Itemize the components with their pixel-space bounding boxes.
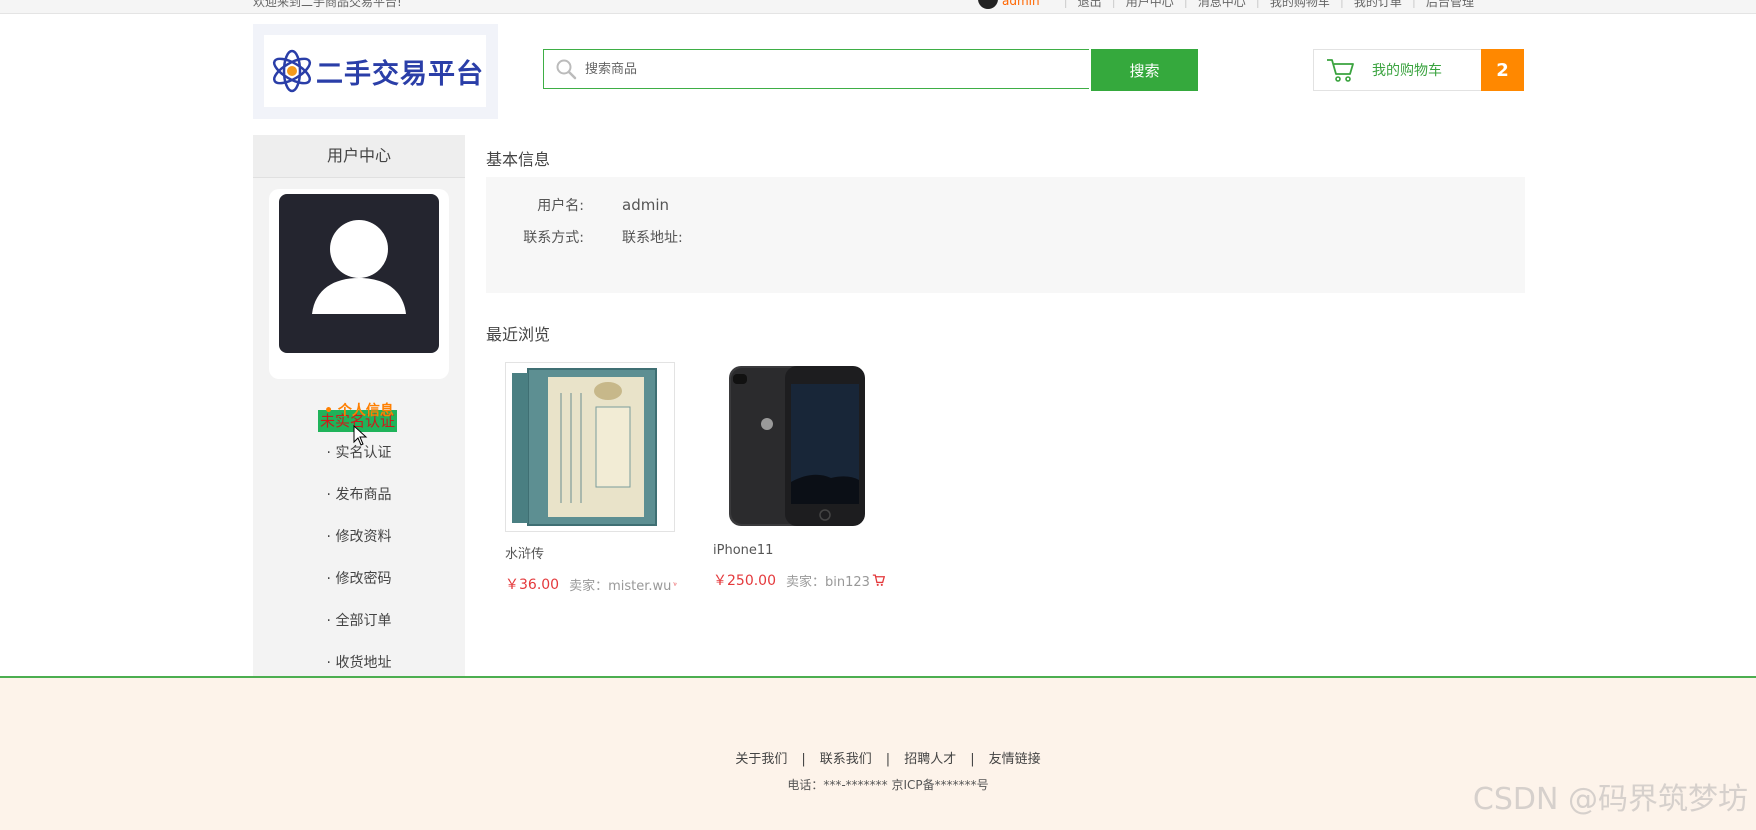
sidebar-item-publish-product[interactable]: · 发布商品 xyxy=(253,474,465,516)
product-meta: ￥250.00 卖家：bin123 xyxy=(713,570,885,590)
admin-link[interactable]: 后台管理 xyxy=(1426,0,1474,10)
product-card[interactable]: iPhone11 ￥250.00 卖家：bin123 xyxy=(713,362,885,590)
product-image[interactable] xyxy=(505,362,675,532)
user-icon xyxy=(978,0,998,9)
recent-title: 最近浏览 xyxy=(486,325,551,344)
product-card[interactable]: 水浒传 ￥36.00 卖家：mister.wu xyxy=(505,362,677,594)
footer-link-contact[interactable]: 联系我们 xyxy=(820,752,872,767)
search-bar xyxy=(543,49,1089,89)
username-label: 用户名: xyxy=(537,198,584,214)
search-button[interactable]: 搜索 xyxy=(1091,49,1198,91)
top-nav: admin | 退出 | 用户中心 | 消息中心 | 我的购物车 | 我的订单 … xyxy=(978,0,1474,9)
footer-links: 关于我们 | 联系我们 | 招聘人才 | 友情链接 xyxy=(735,752,1041,767)
product-price: ￥250.00 xyxy=(713,573,776,589)
mouse-cursor-icon xyxy=(353,425,368,446)
product-price: ￥36.00 xyxy=(505,577,560,593)
product-name[interactable]: iPhone11 xyxy=(713,543,885,558)
add-to-cart-icon[interactable] xyxy=(673,576,677,592)
sidebar-item-edit-profile[interactable]: · 修改资料 xyxy=(253,516,465,558)
product-name[interactable]: 水浒传 xyxy=(505,543,677,562)
site-logo[interactable]: 二手交易平台 xyxy=(253,24,498,119)
contact-label: 联系方式: xyxy=(523,230,584,246)
logout-link[interactable]: 退出 xyxy=(1078,0,1102,10)
product-meta: ￥36.00 卖家：mister.wu xyxy=(505,574,677,594)
basic-info-panel: 用户名: admin 联系方式: 联系地址: xyxy=(486,177,1525,293)
avatar[interactable] xyxy=(279,194,439,353)
product-seller: 卖家：mister.wu xyxy=(569,578,672,594)
search-icon xyxy=(556,59,577,80)
address-label: 联系地址: xyxy=(622,230,683,246)
user-center-sidebar: 用户中心 未实名认证 • 个人信息 · 实名认证 · 发布商品 · 修改资料 ·… xyxy=(253,135,465,677)
cart-button[interactable]: 我的购物车 xyxy=(1313,49,1482,91)
watermark: CSDN @码界筑梦坊 xyxy=(1472,782,1748,817)
footer-link-careers[interactable]: 招聘人才 xyxy=(904,752,956,767)
username-row: 用户名: admin xyxy=(486,195,669,215)
my-cart-link[interactable]: 我的购物车 xyxy=(1270,0,1330,10)
top-username-link[interactable]: admin xyxy=(1002,0,1040,8)
book-cover-image xyxy=(512,368,657,526)
atom-logo-icon xyxy=(272,49,312,93)
phone-image xyxy=(729,366,865,526)
cart-count-badge[interactable]: 2 xyxy=(1481,49,1524,91)
message-center-link[interactable]: 消息中心 xyxy=(1198,0,1246,10)
top-bar: 欢迎来到二手商品交易平台! admin | 退出 | 用户中心 | 消息中心 |… xyxy=(0,0,1756,14)
basic-info-title: 基本信息 xyxy=(486,150,551,169)
footer-link-about[interactable]: 关于我们 xyxy=(735,752,787,767)
product-seller: 卖家：bin123 xyxy=(786,574,870,590)
product-image[interactable] xyxy=(713,362,883,532)
shopping-cart-icon xyxy=(1327,59,1354,82)
username-value: admin xyxy=(622,196,669,214)
welcome-text: 欢迎来到二手商品交易平台! xyxy=(253,0,402,9)
add-to-cart-icon[interactable] xyxy=(872,572,885,588)
search-input[interactable] xyxy=(583,60,1067,78)
avatar-card: 未实名认证 xyxy=(269,189,449,432)
my-orders-link[interactable]: 我的订单 xyxy=(1354,0,1402,10)
user-center-link[interactable]: 用户中心 xyxy=(1126,0,1174,10)
logo-text: 二手交易平台 xyxy=(316,58,484,90)
sidebar-item-change-password[interactable]: · 修改密码 xyxy=(253,558,465,600)
sidebar-title: 用户中心 xyxy=(253,135,465,178)
footer: 关于我们 | 联系我们 | 招聘人才 | 友情链接 电话：***-******* 京ICP备… xyxy=(0,676,1756,830)
sidebar-item-all-orders[interactable]: · 全部订单 xyxy=(253,600,465,642)
user-silhouette-icon xyxy=(312,220,406,314)
footer-link-friends[interactable]: 友情链接 xyxy=(989,752,1041,767)
cart-label: 我的购物车 xyxy=(1372,63,1442,79)
contact-row: 联系方式: 联系地址: xyxy=(486,227,683,247)
